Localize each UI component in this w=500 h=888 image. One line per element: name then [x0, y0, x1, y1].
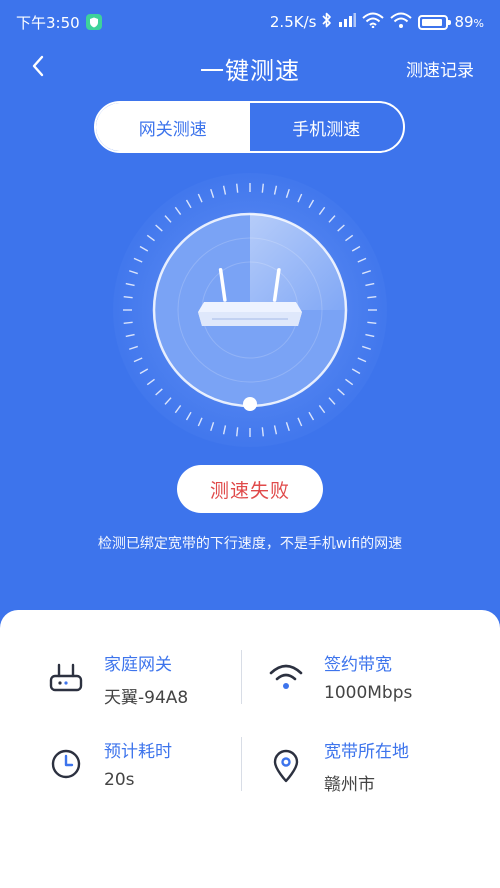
speed-test-status-button[interactable]: 测速失败: [177, 465, 323, 513]
location-value: 赣州市: [324, 775, 375, 795]
cellular-signal-icon: [338, 13, 357, 31]
gauge-tick: [367, 296, 377, 299]
gateway-value: 天翼-94A8: [104, 688, 189, 708]
battery-icon: [418, 14, 452, 30]
status-right: 2.5K/s 89%: [270, 12, 484, 32]
tab-gateway-speed[interactable]: 网关测速: [96, 103, 250, 151]
gauge-tick: [261, 183, 264, 193]
bandwidth-value: 1000Mbps: [324, 683, 413, 703]
info-location: 宽带所在地 赣州市: [266, 737, 409, 795]
gauge-tick: [236, 427, 239, 437]
info-duration: 预计耗时 20s: [46, 737, 172, 790]
chevron-left-icon: [31, 55, 45, 81]
wifi-status-icon: [362, 12, 385, 32]
router-icon: [46, 659, 86, 699]
gateway-label: 家庭网关: [104, 655, 172, 675]
status-left: 下午3:50: [16, 12, 102, 33]
speed-gauge: [112, 172, 388, 448]
gauge-tick: [261, 427, 264, 437]
status-bar: 下午3:50 2.5K/s 89%: [0, 0, 500, 44]
bandwidth-label: 签约带宽: [324, 655, 392, 675]
gauge-tick: [123, 296, 133, 299]
nav-bar: 一键测速 测速记录: [0, 44, 500, 92]
duration-label: 预计耗时: [104, 742, 172, 762]
wifi-secondary-icon: [390, 12, 413, 32]
speed-test-hint: 检测已绑定宽带的下行速度，不是手机wifi的网速: [97, 536, 403, 552]
wifi-icon: [266, 657, 306, 697]
info-bandwidth: 签约带宽 1000Mbps: [266, 650, 412, 703]
gauge-tick: [123, 321, 133, 324]
clock-icon: [46, 744, 86, 784]
gauge-tick: [236, 183, 239, 193]
location-pin-icon: [266, 746, 306, 786]
gauge-tick: [367, 321, 377, 324]
info-divider-bottom: [241, 737, 242, 791]
tab-phone-speed[interactable]: 手机测速: [250, 103, 404, 151]
status-time: 下午3:50: [16, 13, 80, 32]
info-gateway: 家庭网关 天翼-94A8: [46, 650, 188, 708]
back-button[interactable]: [22, 52, 54, 84]
net-speed: 2.5K/s: [269, 13, 317, 31]
info-divider-top: [241, 650, 242, 704]
gauge-indicator-dot: [243, 397, 257, 411]
speed-test-mode-tabs: 网关测速 手机测速: [94, 101, 405, 153]
duration-value: 20s: [104, 770, 135, 790]
speed-history-link[interactable]: 测速记录: [406, 56, 474, 81]
battery-percent: 89%: [454, 13, 484, 31]
info-panel: 家庭网关 天翼-94A8 签约带宽 1000Mbps 预计耗时 20s 宽带所在…: [0, 610, 500, 888]
location-label: 宽带所在地: [324, 742, 409, 762]
page-title: 一键测速: [200, 56, 300, 85]
bluetooth-icon: [322, 12, 332, 32]
shield-icon: [85, 14, 102, 30]
